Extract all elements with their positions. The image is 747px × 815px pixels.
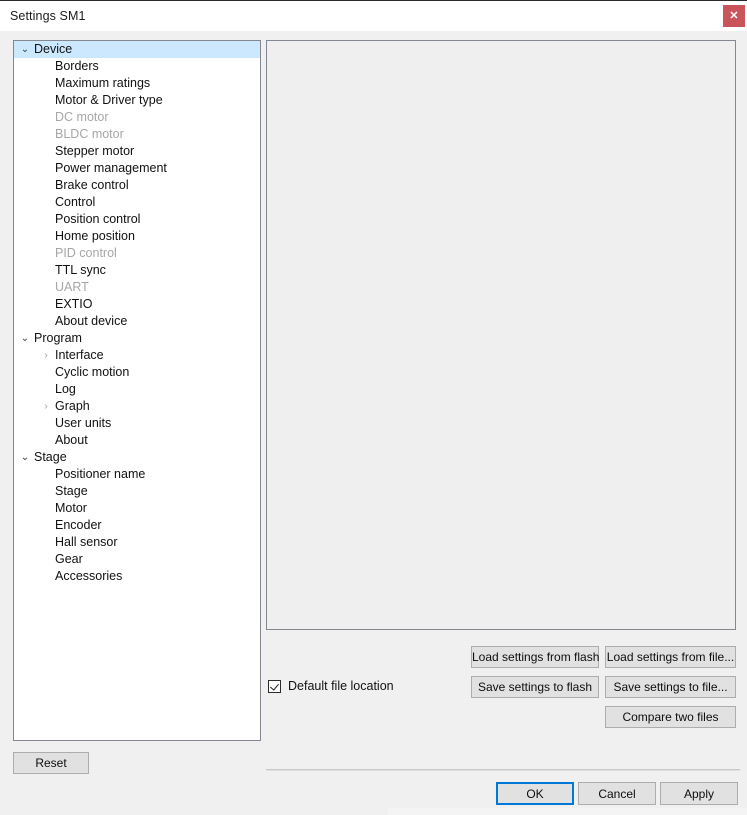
tree-item-label: TTL sync xyxy=(55,263,106,277)
tree-item-dc-motor: DC motor xyxy=(14,109,260,126)
tree-item-label: Motor xyxy=(55,501,87,515)
settings-tree[interactable]: ⌄ Device Borders Maximum ratings Motor & Dri… xyxy=(13,40,261,741)
save-settings-to-file-button[interactable]: Save settings to file... xyxy=(605,676,736,698)
checkbox-check-icon xyxy=(268,679,281,693)
tree-item-label: Power management xyxy=(55,161,167,175)
tree-item-label: Device xyxy=(34,42,73,56)
tree-item-hall-sensor[interactable]: Hall sensor xyxy=(14,534,260,551)
tree-item-label: Positioner name xyxy=(55,467,146,481)
tree-item-label: Interface xyxy=(55,348,104,362)
save-settings-to-flash-button[interactable]: Save settings to flash xyxy=(471,676,599,698)
tree-item-label: About device xyxy=(55,314,128,328)
tree-item-label: Cyclic motion xyxy=(55,365,130,379)
window-title: Settings SM1 xyxy=(10,9,86,23)
tree-item-control[interactable]: Control xyxy=(14,194,260,211)
tree-item-graph[interactable]: › Graph xyxy=(14,398,260,415)
tree-item-about-device[interactable]: About device xyxy=(14,313,260,330)
chevron-right-icon[interactable]: › xyxy=(39,398,53,415)
tree-item-label: Program xyxy=(34,331,82,345)
tree-item-label: Stage xyxy=(34,450,67,464)
apply-button[interactable]: Apply xyxy=(660,782,738,805)
tree-item-user-units[interactable]: User units xyxy=(14,415,260,432)
tree-item-label: BLDC motor xyxy=(55,127,124,141)
tree-item-label: Accessories xyxy=(55,569,123,583)
file-operations-group: Default file location Load settings from… xyxy=(266,638,736,730)
tree-item-label: About xyxy=(55,433,88,447)
tree-item-motor[interactable]: Motor xyxy=(14,500,260,517)
chevron-down-icon[interactable]: ⌄ xyxy=(18,41,32,58)
ok-button[interactable]: OK xyxy=(496,782,574,805)
tree-item-home-position[interactable]: Home position xyxy=(14,228,260,245)
tree-item-label: Home position xyxy=(55,229,135,243)
tree-item-label: Control xyxy=(55,195,96,209)
load-settings-from-file-button[interactable]: Load settings from file... xyxy=(605,646,736,668)
close-icon[interactable]: ✕ xyxy=(723,5,745,27)
reset-button[interactable]: Reset xyxy=(13,752,89,774)
tree-item-label: Position control xyxy=(55,212,141,226)
tree-item-uart: UART xyxy=(14,279,260,296)
tree-item-label: Hall sensor xyxy=(55,535,118,549)
tree-item-label: Stepper motor xyxy=(55,144,135,158)
tree-item-label: EXTIO xyxy=(55,297,93,311)
tree-item-pid-control: PID control xyxy=(14,245,260,262)
tree-item-label: Log xyxy=(55,382,76,396)
tree-item-bldc-motor: BLDC motor xyxy=(14,126,260,143)
tree-item-stage[interactable]: Stage xyxy=(14,483,260,500)
tree-item-motor-driver-type[interactable]: Motor & Driver type xyxy=(14,92,260,109)
tree-item-stage[interactable]: ⌄ Stage xyxy=(14,449,260,466)
tree-item-label: PID control xyxy=(55,246,117,260)
tree-item-brake-control[interactable]: Brake control xyxy=(14,177,260,194)
tree-item-label: DC motor xyxy=(55,110,109,124)
tree-item-extio[interactable]: EXTIO xyxy=(14,296,260,313)
tree-item-borders[interactable]: Borders xyxy=(14,58,260,75)
right-pane: Default file location Load settings from… xyxy=(266,40,736,765)
tree-item-label: Stage xyxy=(55,484,88,498)
footer-separator xyxy=(266,769,740,771)
tree-item-label: Maximum ratings xyxy=(55,76,151,90)
dialog-client-area: ⌄ Device Borders Maximum ratings Motor & Dri… xyxy=(0,31,747,815)
tree-item-label: Brake control xyxy=(55,178,129,192)
tree-item-label: Borders xyxy=(55,59,99,73)
window-bottom-edge xyxy=(388,808,747,815)
tree-item-cyclic-motion[interactable]: Cyclic motion xyxy=(14,364,260,381)
chevron-right-icon[interactable]: › xyxy=(39,347,53,364)
tree-item-ttl-sync[interactable]: TTL sync xyxy=(14,262,260,279)
tree-item-encoder[interactable]: Encoder xyxy=(14,517,260,534)
tree-item-positioner-name[interactable]: Positioner name xyxy=(14,466,260,483)
tree-item-label: User units xyxy=(55,416,112,430)
tree-item-position-control[interactable]: Position control xyxy=(14,211,260,228)
tree-item-stepper-motor[interactable]: Stepper motor xyxy=(14,143,260,160)
tree-item-accessories[interactable]: Accessories xyxy=(14,568,260,585)
compare-two-files-button[interactable]: Compare two files xyxy=(605,706,736,728)
tree-item-interface[interactable]: › Interface xyxy=(14,347,260,364)
default-file-location-checkbox[interactable]: Default file location xyxy=(268,678,394,694)
tree-item-power-management[interactable]: Power management xyxy=(14,160,260,177)
default-file-location-label: Default file location xyxy=(288,679,394,693)
tree-item-label: Gear xyxy=(55,552,83,566)
title-bar: Settings SM1 ✕ xyxy=(0,0,747,32)
tree-item-program[interactable]: ⌄ Program xyxy=(14,330,260,347)
tree-item-gear[interactable]: Gear xyxy=(14,551,260,568)
tree-item-about[interactable]: About xyxy=(14,432,260,449)
tree-item-label: Graph xyxy=(55,399,90,413)
tree-item-label: UART xyxy=(55,280,89,294)
tree-item-device[interactable]: ⌄ Device xyxy=(14,41,260,58)
tree-item-label: Encoder xyxy=(55,518,102,532)
chevron-down-icon[interactable]: ⌄ xyxy=(18,330,32,347)
cancel-button[interactable]: Cancel xyxy=(578,782,656,805)
tree-item-log[interactable]: Log xyxy=(14,381,260,398)
settings-content-panel xyxy=(266,40,736,630)
chevron-down-icon[interactable]: ⌄ xyxy=(18,449,32,466)
tree-item-label: Motor & Driver type xyxy=(55,93,163,107)
tree-item-maximum-ratings[interactable]: Maximum ratings xyxy=(14,75,260,92)
load-settings-from-flash-button[interactable]: Load settings from flash xyxy=(471,646,599,668)
